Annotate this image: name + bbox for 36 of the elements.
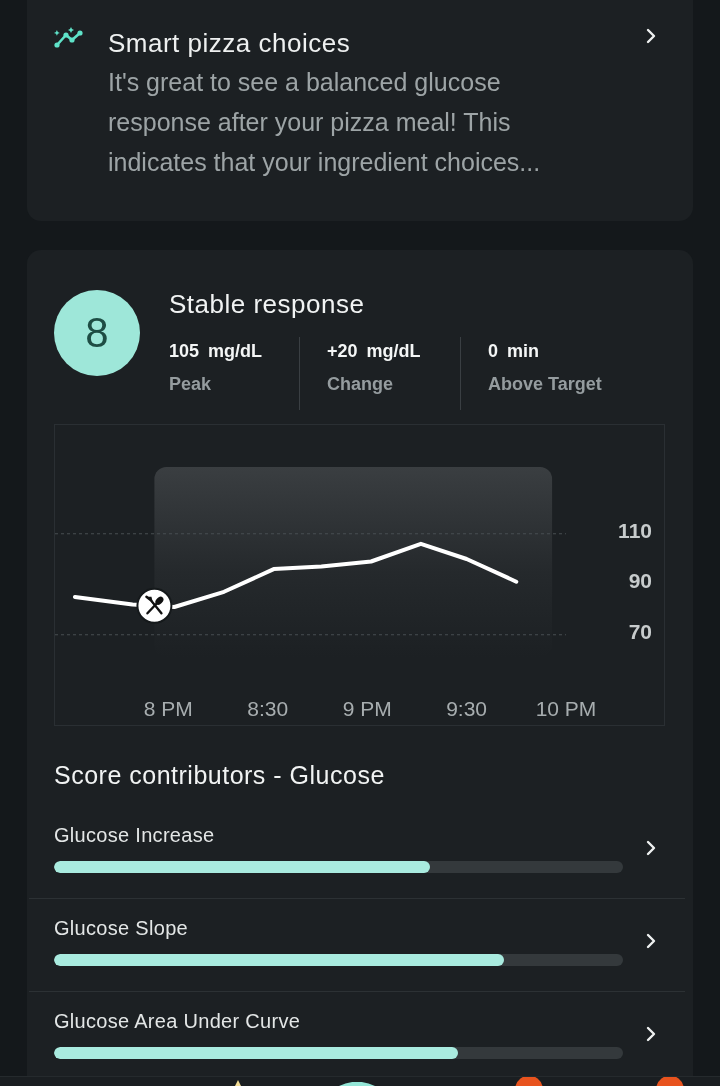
contributor-label: Glucose Increase: [54, 823, 216, 847]
stat-unit: min: [507, 340, 540, 363]
y-axis-label: 110: [618, 518, 652, 542]
stat-unit: mg/dL: [208, 340, 263, 363]
contributor-row[interactable]: Glucose Increase: [29, 806, 685, 899]
insight-card[interactable]: Smart pizza choices It's great to see a balanced glucose response after your pizza meal! This indicates that your ingredient choices...: [27, 0, 693, 221]
score-title: Stable response: [169, 289, 366, 319]
stat-value: +20: [327, 340, 358, 363]
chevron-right-icon: [646, 1026, 656, 1042]
stat-label: Above Target: [488, 373, 602, 396]
contributor-label: Glucose Slope: [54, 916, 189, 940]
contributor-row[interactable]: Glucose Area Under Curve: [29, 992, 685, 1073]
stat-value: 105: [169, 340, 200, 363]
insight-title: Smart pizza choices: [108, 28, 352, 58]
y-axis-label: 70: [628, 619, 652, 643]
star-icon[interactable]: [232, 1080, 244, 1086]
contributor-row[interactable]: Glucose Slope: [29, 899, 685, 992]
stat-unit: mg/dL: [366, 340, 421, 363]
x-axis-label: 8:30: [247, 697, 289, 720]
stat-label: Peak: [169, 373, 213, 396]
stat-label: Change: [327, 373, 394, 396]
x-axis-label: 10 PM: [535, 697, 597, 720]
knife-spoon-icon: [136, 587, 173, 624]
insight-text: It's great to see a balanced glucose response after your pizza meal! This indicates that your ingredient choices...: [108, 67, 542, 178]
stat-value: 0: [488, 340, 498, 363]
y-axis-label: 90: [628, 569, 652, 593]
contributor-label: Glucose Area Under Curve: [54, 1009, 302, 1033]
chevron-right-icon: [646, 840, 656, 856]
x-axis-label: 9 PM: [342, 697, 392, 720]
x-axis-label: 9:30: [446, 697, 487, 720]
chevron-right-icon: [646, 28, 656, 44]
sparkle-trend-icon: [53, 27, 83, 49]
x-axis-label: 8 PM: [143, 697, 193, 720]
section-title: Score contributors - Glucose: [54, 761, 386, 789]
chevron-right-icon: [646, 933, 656, 949]
score-badge: 8: [54, 290, 140, 376]
